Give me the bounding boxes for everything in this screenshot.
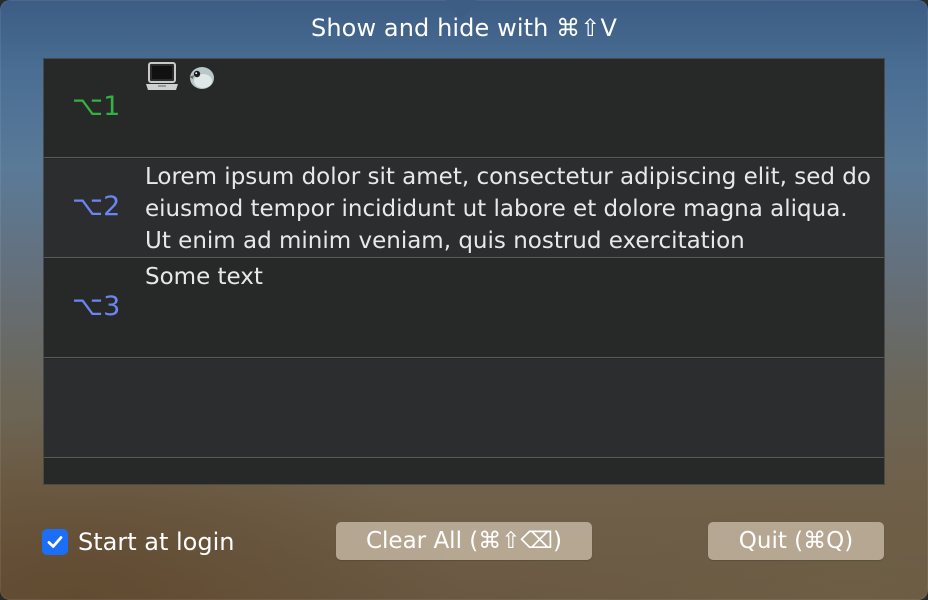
history-item-1[interactable]: ⌥1 (44, 59, 884, 158)
history-content-1 (145, 61, 873, 93)
history-key-2: ⌥2 (72, 191, 121, 222)
start-at-login-checkbox[interactable] (42, 529, 68, 555)
history-item-3[interactable]: ⌥3 Some text (44, 259, 884, 358)
history-content-3: Some text (145, 264, 263, 290)
history-content-2: Lorem ipsum dolor sit amet, consectetur … (145, 164, 871, 254)
quit-button[interactable]: Quit (⌘Q) (708, 522, 884, 560)
empty-slot-4 (44, 359, 884, 458)
start-at-login-control[interactable]: Start at login (42, 528, 234, 556)
history-key-3: ⌥3 (72, 291, 121, 322)
history-item-2[interactable]: ⌥2 Lorem ipsum dolor sit amet, consectet… (44, 159, 884, 258)
bird-icon (185, 62, 217, 92)
history-key-1: ⌥1 (72, 91, 121, 122)
clear-all-button[interactable]: Clear All (⌘⇧⌫) (336, 522, 592, 560)
checkmark-icon (47, 536, 63, 548)
start-at-login-label[interactable]: Start at login (78, 528, 234, 556)
laptop-icon (145, 61, 179, 93)
popover-title: Show and hide with ⌘⇧V (311, 14, 617, 42)
clipboard-history-list[interactable]: ⌥1 ⌥2 Lorem ipsum dolor sit amet, consec… (43, 58, 885, 485)
clipboard-popover: Show and hide with ⌘⇧V ⌥1 ⌥2 Lorem ipsum… (0, 0, 928, 600)
empty-slot-5 (44, 459, 884, 484)
footer-bar: Start at login Clear All (⌘⇧⌫) Quit (⌘Q) (0, 520, 928, 564)
